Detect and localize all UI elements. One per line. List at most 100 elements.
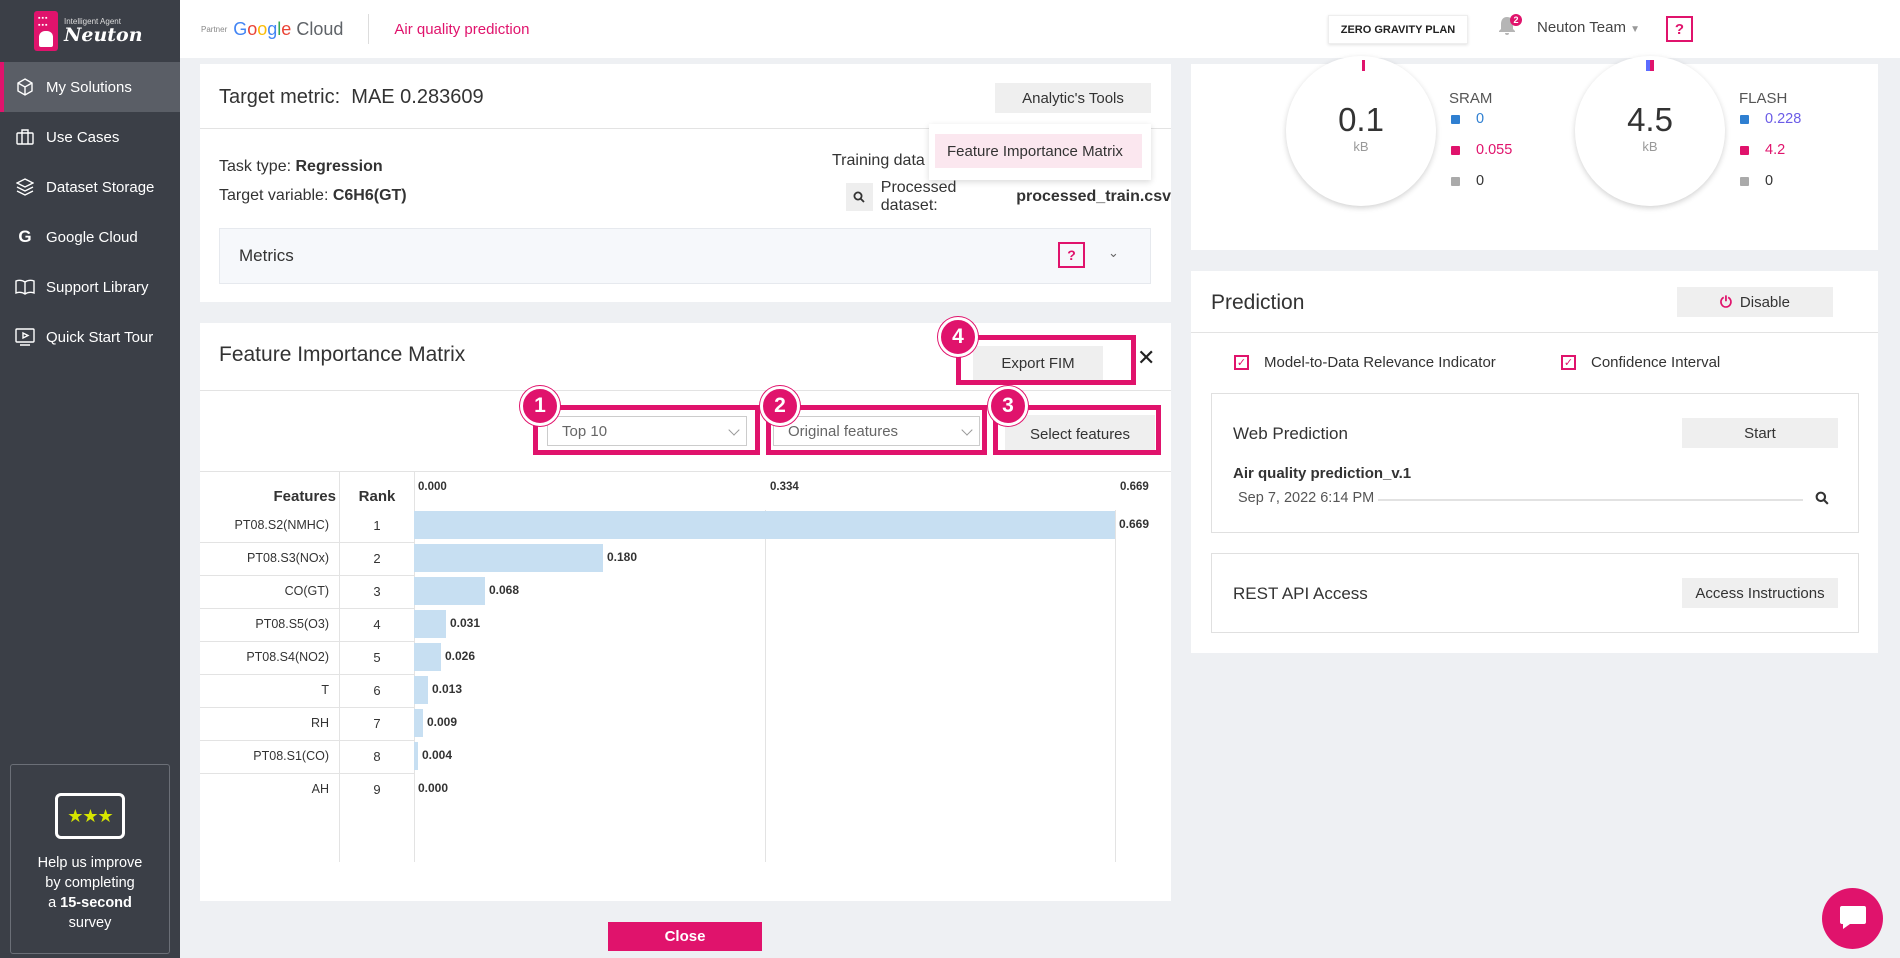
book-icon <box>14 277 36 297</box>
grid-line <box>765 510 766 862</box>
step-badge-3: 3 <box>988 386 1028 426</box>
model-date: Sep 7, 2022 6:14 PM <box>1238 490 1375 506</box>
sidebar-item-support-library[interactable]: Support Library <box>0 262 180 312</box>
feature-name: PT08.S4(NO2) <box>246 650 329 664</box>
sidebar-item-label: Dataset Storage <box>46 178 155 196</box>
prediction-card: Prediction ⏻ Disable ✓ Model-to-Data Relev… <box>1191 271 1878 653</box>
row-divider <box>200 608 415 609</box>
sidebar-item-dataset-storage[interactable]: Dataset Storage <box>0 162 180 212</box>
target-metric-card: Target metric: MAE 0.283609 Analytic's T… <box>200 64 1171 302</box>
importance-value: 0.031 <box>450 616 481 630</box>
sram-legend-item: 0.055 <box>1451 142 1512 158</box>
column-header-features: Features <box>273 488 336 505</box>
confidence-interval-checkbox[interactable]: ✓ Confidence Interval <box>1561 354 1720 371</box>
grid-line <box>1115 510 1116 862</box>
sidebar-item-label: Quick Start Tour <box>46 328 154 346</box>
importance-value: 0.669 <box>1119 517 1150 531</box>
video-icon <box>14 327 36 347</box>
analytics-tools-button[interactable]: Analytic's Tools <box>995 83 1151 113</box>
feature-rank: 2 <box>373 551 381 566</box>
feature-name: T <box>321 683 329 697</box>
model-timeline-track <box>1378 499 1803 501</box>
importance-bar <box>414 709 423 737</box>
logo-icon: ▪▪▪ ▪▪▪ <box>34 11 58 51</box>
caret-down-icon: ▼ <box>1630 24 1641 35</box>
sram-value: 0.1 <box>1338 101 1384 138</box>
target-variable-value: C6H6(GT) <box>332 187 407 204</box>
importance-bar <box>414 742 418 770</box>
divider <box>1191 332 1878 333</box>
highlight-frame-4 <box>956 335 1136 385</box>
analytics-tools-menu: Feature Importance Matrix <box>929 124 1151 180</box>
sidebar-item-use-cases[interactable]: Use Cases <box>0 112 180 162</box>
logo-name: Neuton <box>64 23 143 46</box>
flash-legend-item: 4.2 <box>1740 142 1785 158</box>
importance-value: 0.013 <box>432 682 463 696</box>
training-data-label: Training data <box>832 152 925 169</box>
importance-value: 0.009 <box>427 715 458 729</box>
importance-bar <box>414 511 1115 539</box>
target-metric-title: Target metric: MAE 0.283609 <box>219 86 484 108</box>
row-divider <box>200 641 415 642</box>
feature-name: RH <box>310 716 329 730</box>
search-icon[interactable] <box>846 183 873 211</box>
team-name: Neuton Team <box>1537 19 1626 36</box>
model-name: Air quality prediction_v.1 <box>1233 465 1412 482</box>
google-g-icon: G <box>18 227 32 246</box>
importance-value: 0.068 <box>489 583 520 597</box>
disable-button[interactable]: ⏻ Disable <box>1677 287 1833 317</box>
feature-name: CO(GT) <box>284 584 329 598</box>
power-icon: ⏻ <box>1720 293 1732 311</box>
flash-title: FLASH <box>1739 90 1788 107</box>
axis-label-min: 0.000 <box>418 481 447 493</box>
access-instructions-button[interactable]: Access Instructions <box>1682 578 1838 608</box>
team-dropdown[interactable]: Neuton Team ▼ <box>1537 19 1640 36</box>
metrics-help-button[interactable]: ? <box>1058 242 1085 268</box>
sram-gauge: 0.1 kB <box>1286 56 1436 206</box>
fim-table: Features Rank 0.000 0.334 0.669 PT08.S2(… <box>200 472 1171 862</box>
help-button[interactable]: ? <box>1666 16 1693 42</box>
top-bar: Partner Google Cloud Air quality predict… <box>180 0 1900 58</box>
flash-unit: kB <box>1642 139 1658 154</box>
step-badge-4: 4 <box>938 317 978 357</box>
step-badge-2: 2 <box>760 386 800 426</box>
sram-legend-item: 0 <box>1451 111 1484 127</box>
web-prediction-title: Web Prediction <box>1233 424 1348 443</box>
importance-bar <box>414 676 428 704</box>
flash-legend-item: 0 <box>1740 173 1773 189</box>
neuton-logo[interactable]: ▪▪▪ ▪▪▪ Intelligent Agent Neuton <box>0 0 180 62</box>
sidebar-item-my-solutions[interactable]: My Solutions <box>0 62 180 112</box>
close-icon[interactable]: ✕ <box>1137 345 1155 371</box>
row-divider <box>200 773 415 774</box>
plan-button[interactable]: ZERO GRAVITY PLAN <box>1328 15 1468 44</box>
sidebar-item-label: Google Cloud <box>46 228 138 246</box>
feature-name: PT08.S2(NMHC) <box>234 518 329 532</box>
axis-label-mid: 0.334 <box>770 481 799 493</box>
search-icon[interactable] <box>1815 491 1829 509</box>
sidebar-item-label: Use Cases <box>46 128 120 146</box>
metrics-accordion[interactable]: Metrics ? ⌄ <box>219 228 1151 284</box>
feature-rank: 3 <box>373 584 381 599</box>
menu-item-feature-importance-matrix[interactable]: Feature Importance Matrix <box>935 134 1142 168</box>
chevron-down-icon[interactable]: ⌄ <box>1108 245 1119 261</box>
sidebar-item-quick-start-tour[interactable]: Quick Start Tour <box>0 312 180 362</box>
highlight-frame-2 <box>766 405 987 455</box>
start-button[interactable]: Start <box>1682 418 1838 448</box>
divider <box>200 390 1171 391</box>
metrics-label: Metrics <box>239 246 294 265</box>
sram-legend-item: 0 <box>1451 173 1484 189</box>
feature-rank: 7 <box>373 716 381 731</box>
task-info: Task type: Regression Target variable: C… <box>219 158 407 204</box>
survey-panel[interactable]: ★★★ Help us improve by completing a 15-s… <box>10 764 170 954</box>
cube-icon <box>14 77 36 97</box>
chat-button[interactable] <box>1822 888 1883 949</box>
sidebar-item-google-cloud[interactable]: G Google Cloud <box>0 212 180 262</box>
close-button[interactable]: Close <box>608 922 762 951</box>
notification-badge: 2 <box>1510 14 1522 26</box>
flash-value: 4.5 <box>1627 101 1673 138</box>
relevance-indicator-checkbox[interactable]: ✓ Model-to-Data Relevance Indicator <box>1234 354 1496 371</box>
task-type-value: Regression <box>295 158 383 175</box>
step-badge-1: 1 <box>520 386 560 426</box>
partner-label: Partner <box>201 24 228 34</box>
processed-dataset-value: processed_train.csv <box>1016 188 1171 205</box>
